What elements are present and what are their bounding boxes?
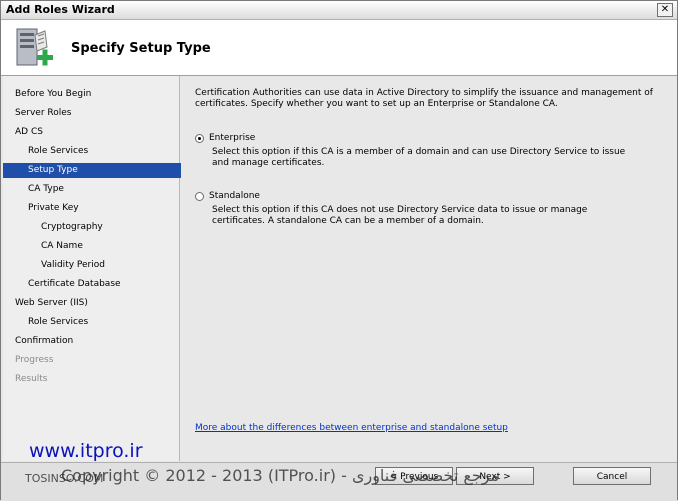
nav-item-before-you-begin[interactable]: Before You Begin [3,87,191,102]
nav-item-certificate-database[interactable]: Certificate Database [3,277,204,292]
nav-item-setup-type[interactable]: Setup Type [3,163,204,178]
nav-item-role-services[interactable]: Role Services [3,144,204,159]
nav-item-progress: Progress [15,355,54,365]
title-bar: Add Roles Wizard ✕ [1,1,677,20]
wizard-window: Add Roles Wizard ✕ Specify Setup Type Be… [0,0,678,501]
enterprise-radio[interactable] [195,134,204,143]
nav-item-web-role-services[interactable]: Role Services [3,315,204,330]
nav-item-ca-type[interactable]: CA Type [3,182,204,197]
page-title: Specify Setup Type [71,41,211,56]
server-roles-icon [16,28,53,66]
wizard-nav: Before You Begin Server Roles AD CS Role… [3,76,204,461]
nav-item-results: Results [15,374,48,384]
nav-item-private-key[interactable]: Private Key [3,201,204,216]
standalone-radio[interactable] [195,192,204,201]
standalone-description: Select this option if this CA does not u… [212,205,588,226]
watermark-copyright: Copyright © 2012 - 2013 (ITPro.ir) - مرج… [61,466,500,485]
content-panel: Certification Authorities can use data i… [181,76,677,461]
nav-item-confirmation[interactable]: Confirmation [3,334,191,349]
differences-help-link[interactable]: More about the differences between enter… [195,423,508,433]
nav-item-server-roles[interactable]: Server Roles [3,106,191,121]
intro-text: Certification Authorities can use data i… [195,88,653,109]
nav-item-ad-cs[interactable]: AD CS [3,125,191,140]
standalone-label[interactable]: Standalone [209,191,260,201]
close-button[interactable]: ✕ [657,3,673,17]
nav-item-web-server[interactable]: Web Server (IIS) [3,296,191,311]
cancel-button[interactable]: Cancel [573,467,651,485]
enterprise-label[interactable]: Enterprise [209,133,255,143]
enterprise-description: Select this option if this CA is a membe… [212,147,626,168]
window-title: Add Roles Wizard [6,3,115,16]
wizard-header: Specify Setup Type [1,20,677,76]
watermark-site: www.itpro.ir [29,440,143,462]
